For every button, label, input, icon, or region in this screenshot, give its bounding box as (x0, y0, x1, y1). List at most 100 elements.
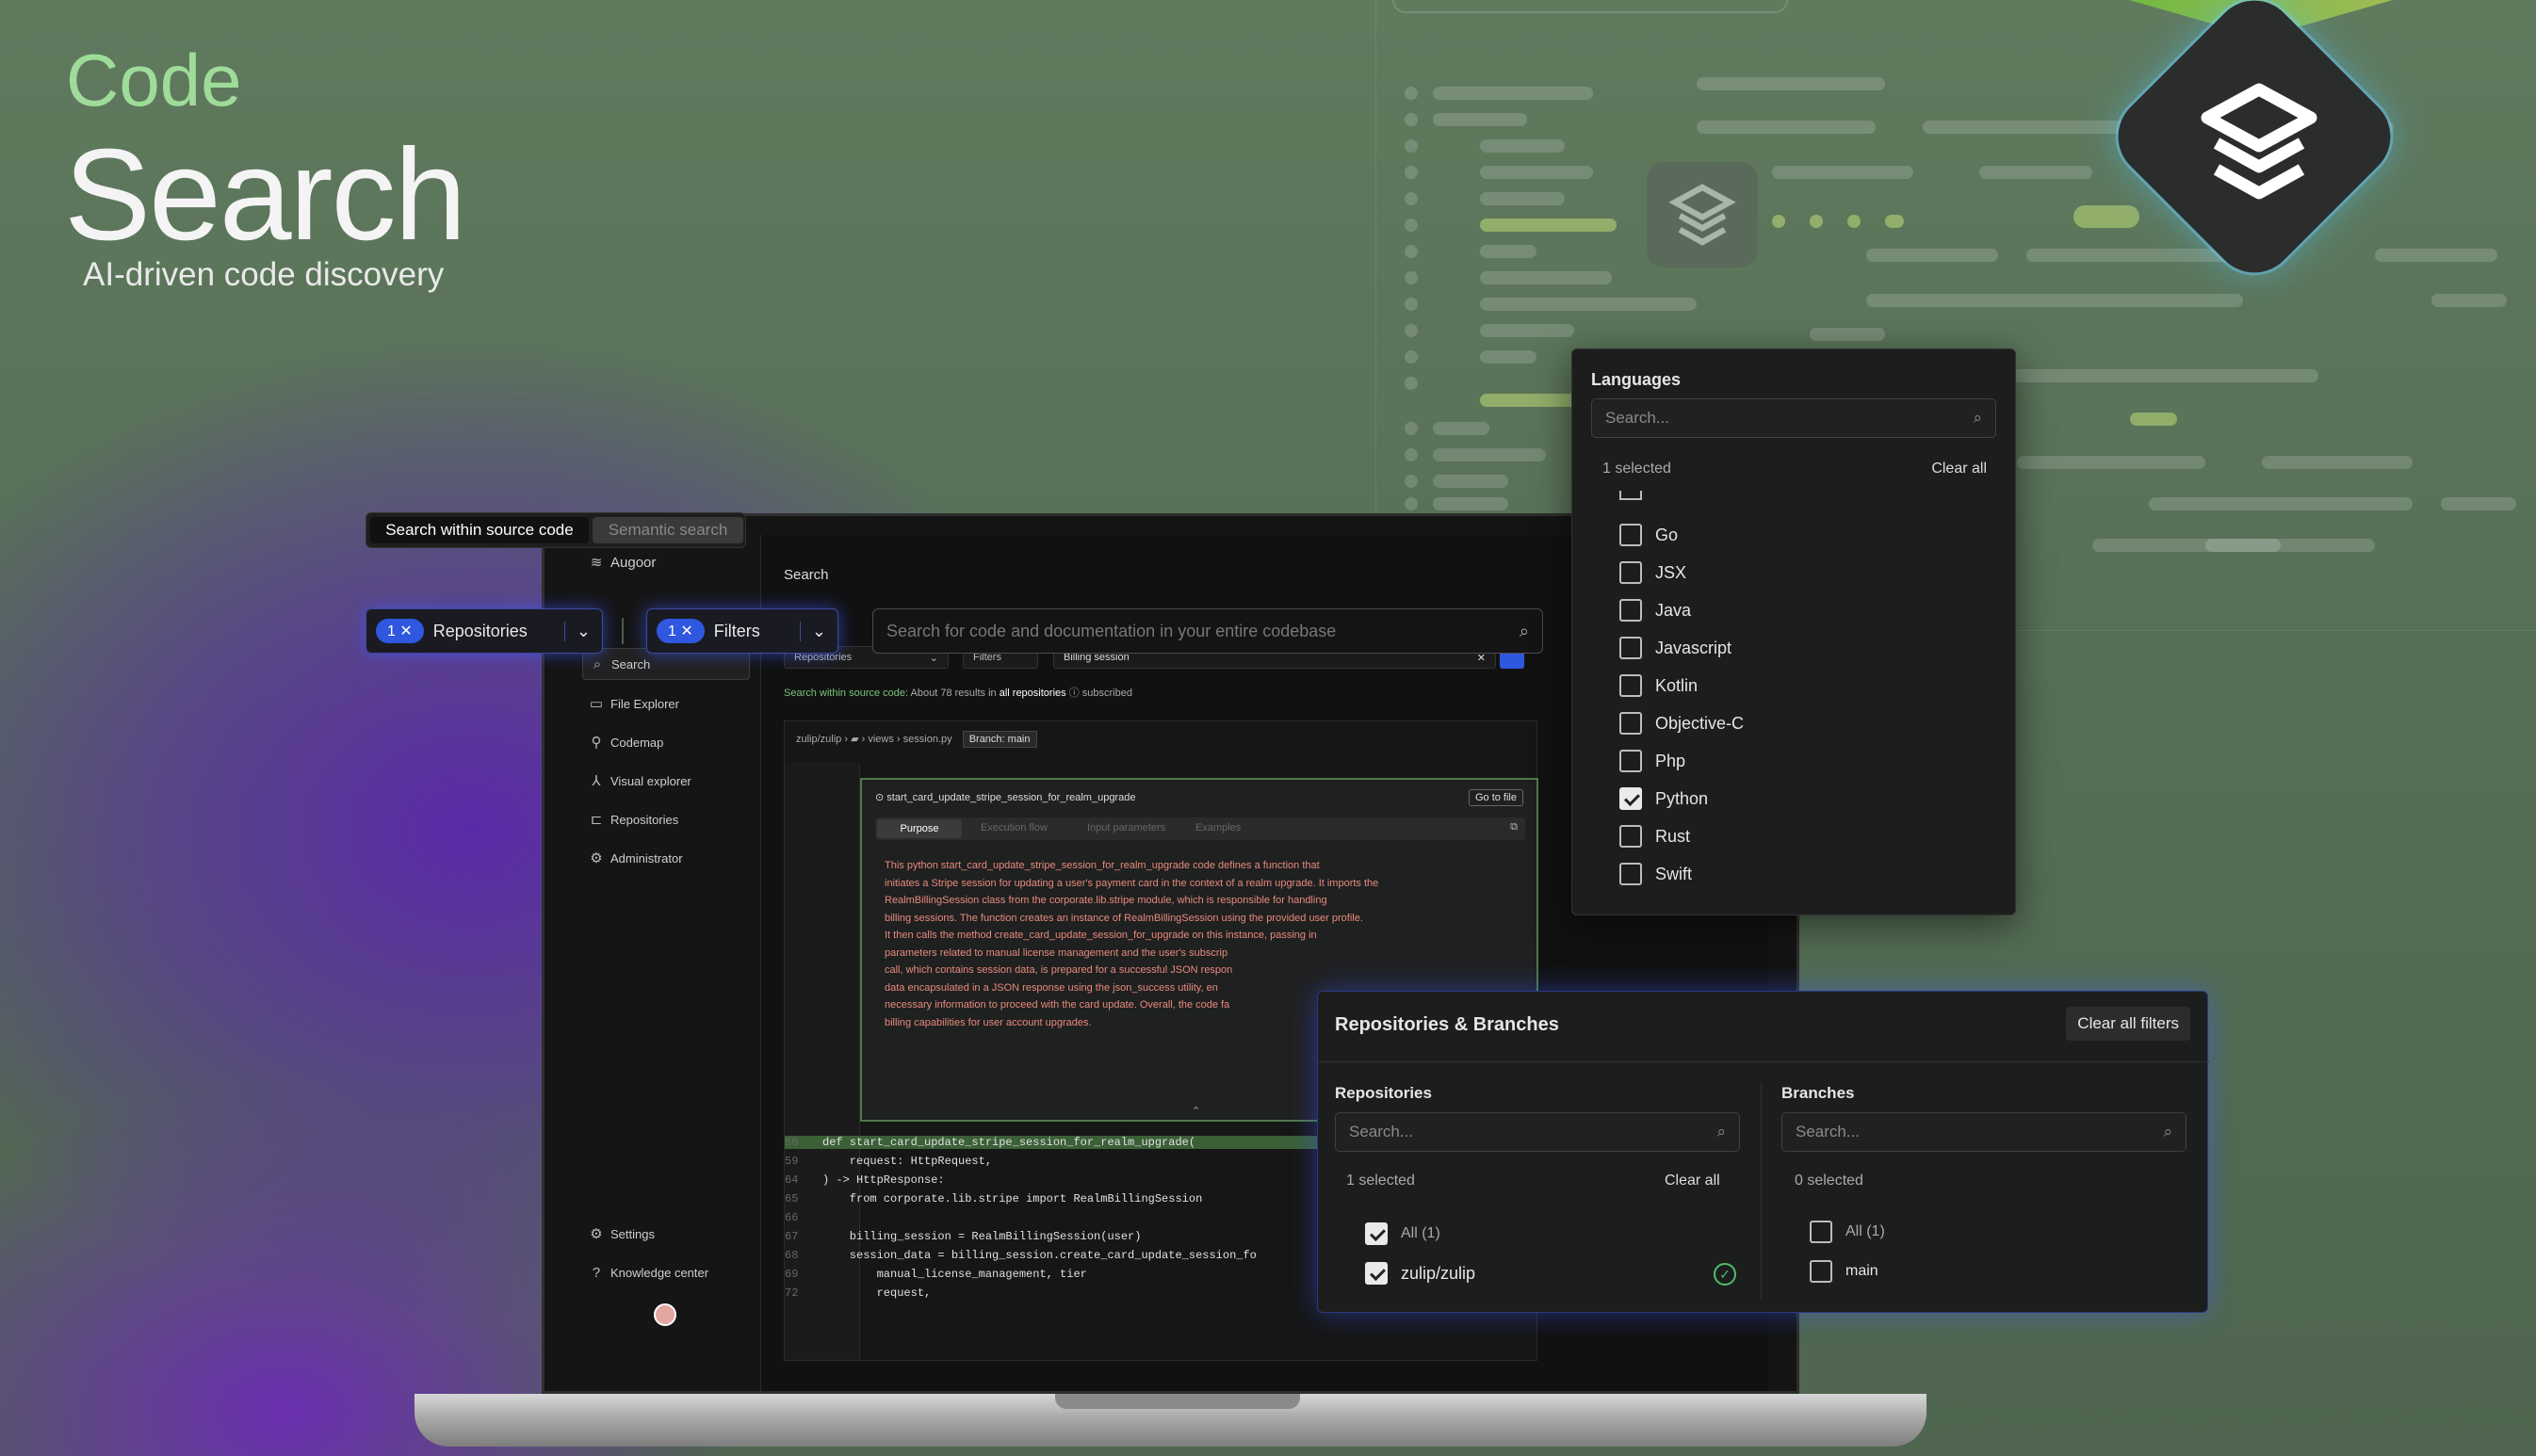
checkbox[interactable] (1619, 825, 1642, 848)
repositories-filter[interactable]: 1 ✕ Repositories ⌄ (366, 608, 603, 654)
language-option[interactable]: Go (1619, 519, 1678, 551)
languages-search-input[interactable]: Search... ⌕ (1591, 398, 1996, 438)
go-to-file-button[interactable]: Go to file (1468, 789, 1523, 806)
language-option[interactable]: Swift (1619, 858, 1692, 890)
languages-clear-button[interactable]: Clear all (1931, 461, 1987, 477)
language-option[interactable]: Kotlin (1619, 670, 1698, 702)
sidebar-item-settings[interactable]: ⚙ Settings (582, 1218, 750, 1250)
languages-title: Languages (1591, 370, 1682, 389)
checkbox-checked[interactable] (1365, 1262, 1388, 1285)
sidebar-item-codemap[interactable]: ⚲ Codemap (582, 726, 750, 758)
language-option[interactable]: Python (1619, 783, 1708, 815)
page-title: Search (784, 567, 829, 583)
branches-selected-count: 0 selected (1795, 1173, 1863, 1189)
search-mode-tabs: Search within source code Semantic searc… (366, 512, 746, 548)
checkbox[interactable] (1619, 750, 1642, 772)
checkbox[interactable] (1619, 674, 1642, 697)
checkbox[interactable] (1619, 524, 1642, 546)
checkbox[interactable] (1619, 561, 1642, 584)
avatar[interactable] (654, 1303, 676, 1326)
results-summary: Search within source code: About 78 resu… (784, 688, 1132, 699)
folder-icon: ▰ (851, 734, 859, 745)
folder-icon: ▭ (589, 696, 604, 712)
sidebar-item-knowledge-center[interactable]: ? Knowledge center (582, 1256, 750, 1288)
sidebar-item-repositories[interactable]: ⊏ Repositories (582, 803, 750, 835)
tab-input-parameters[interactable]: Input parameters (1087, 822, 1165, 833)
language-option[interactable]: Objective-C (1619, 707, 1744, 739)
laptop-notch (1055, 1394, 1300, 1409)
card-title: ⊙ start_card_update_stripe_session_for_r… (875, 792, 1136, 803)
checkbox[interactable] (1619, 637, 1642, 659)
filters-count-chip[interactable]: 1 ✕ (657, 619, 705, 643)
divider (622, 618, 624, 644)
function-icon: ⊙ (875, 792, 885, 803)
code-line: 69 manual_license_management, tier (785, 1268, 1087, 1281)
gear-icon: ⚙ (590, 1226, 603, 1242)
tab-execution-flow[interactable]: Execution flow (981, 822, 1048, 833)
code-line: 59 request: HttpRequest, (785, 1155, 993, 1168)
augoor-logo-icon (2184, 66, 2334, 217)
languages-popup: Languages Search... ⌕ 1 selected Clear al… (1571, 348, 2016, 915)
help-icon: ? (592, 1264, 601, 1281)
repositories-search-input[interactable]: Search... ⌕ (1335, 1112, 1740, 1152)
language-option[interactable]: JSX (1619, 557, 1686, 589)
search-icon[interactable]: ⌕ (1520, 622, 1529, 641)
checkbox[interactable] (1619, 863, 1642, 885)
code-line: 72 request, (785, 1286, 932, 1300)
checkbox-checked[interactable] (1365, 1222, 1388, 1245)
sidebar: ≋ Augoor ⌕ Search ▭ File Explorer ⚲ Codemap … (573, 535, 761, 1391)
admin-icon: ⚙ (590, 850, 603, 866)
divider (1761, 1082, 1762, 1299)
repositories-count-chip[interactable]: 1 ✕ (376, 619, 424, 643)
branches-section-title: Branches (1781, 1084, 1855, 1102)
repository-option[interactable]: zulip/zulip (1365, 1257, 1475, 1289)
main-search-input[interactable]: Search for code and documentation in you… (872, 608, 1543, 654)
checkbox[interactable] (1810, 1221, 1832, 1243)
sidebar-item-visual-explorer[interactable]: ⅄ Visual explorer (582, 765, 750, 797)
filters-filter[interactable]: 1 ✕ Filters ⌄ (646, 608, 838, 654)
tab-semantic-search[interactable]: Semantic search (593, 517, 743, 543)
augoor-small-icon: ≋ (590, 555, 603, 571)
info-icon: ⓘ (1068, 688, 1080, 699)
language-option[interactable]: Javascript (1619, 632, 1731, 664)
sidebar-brand[interactable]: ≋ Augoor (582, 546, 750, 578)
codemap-icon: ⚲ (591, 735, 602, 751)
branch-option[interactable]: All (1) (1810, 1216, 1885, 1248)
repositories-clear-button[interactable]: Clear all (1665, 1173, 1720, 1189)
graph-icon: ⅄ (592, 773, 601, 789)
code-line: 65 from corporate.lib.stripe import Real… (785, 1192, 1203, 1205)
branch-badge: Branch: main (962, 731, 1037, 748)
language-option[interactable]: Rust (1619, 820, 1690, 852)
collapse-icon[interactable]: ⌃ (1192, 1105, 1200, 1117)
repository-option[interactable]: All (1) (1365, 1218, 1440, 1250)
tab-purpose[interactable]: Purpose (877, 819, 962, 838)
language-option[interactable]: Java (1619, 594, 1691, 626)
checkbox[interactable] (1619, 712, 1642, 735)
copy-icon[interactable]: ⧉ (1510, 821, 1518, 833)
deco-tab (1392, 0, 1788, 13)
chevron-down-icon[interactable]: ⌄ (563, 621, 602, 641)
check-circle-icon: ✓ (1714, 1263, 1736, 1286)
search-icon: ⌕ (1716, 1123, 1726, 1141)
checkbox-checked[interactable] (1619, 787, 1642, 810)
chevron-down-icon[interactable]: ⌄ (799, 621, 837, 641)
branch-option[interactable]: main (1810, 1255, 1878, 1287)
branches-search-input[interactable]: Search... ⌕ (1781, 1112, 2186, 1152)
clear-all-filters-button[interactable]: Clear all filters (2066, 1007, 2190, 1041)
tab-source-code[interactable]: Search within source code (370, 517, 589, 543)
code-line: 66 (785, 1211, 799, 1224)
checkbox[interactable] (1619, 599, 1642, 622)
sidebar-item-administrator[interactable]: ⚙ Administrator (582, 842, 750, 874)
sidebar-item-file-explorer[interactable]: ▭ File Explorer (582, 688, 750, 720)
checkbox-partial (1619, 491, 1642, 500)
divider (1318, 1061, 2209, 1062)
checkbox[interactable] (1810, 1260, 1832, 1283)
breadcrumb: zulip/zulip › ▰ › views › session.py Bra… (796, 731, 1037, 748)
hero-title: Search (64, 122, 466, 267)
card-tabs: Purpose Execution flow Input parameters … (875, 817, 1525, 840)
search-icon: ⌕ (593, 655, 602, 672)
code-line: 67 billing_session = RealmBillingSession… (785, 1230, 1142, 1243)
repositories-section-title: Repositories (1335, 1084, 1432, 1102)
tab-examples[interactable]: Examples (1195, 822, 1241, 833)
language-option[interactable]: Php (1619, 745, 1685, 777)
